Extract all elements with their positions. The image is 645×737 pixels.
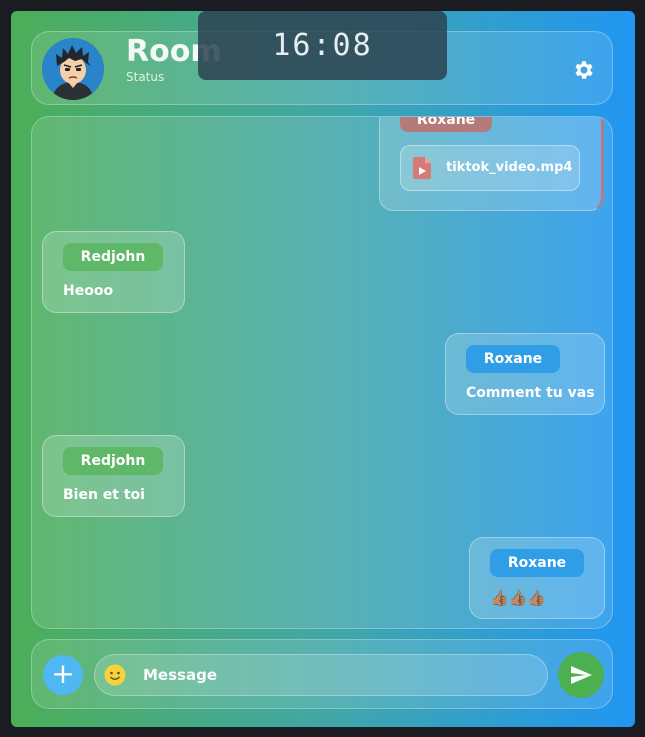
smiley-icon[interactable]	[104, 664, 126, 686]
message-bubble: Redjohn Heooo	[42, 231, 185, 313]
send-button[interactable]	[558, 652, 604, 698]
plus-icon: +	[51, 657, 75, 690]
avatar[interactable]	[42, 38, 104, 100]
message-text: Comment tu vas	[466, 385, 595, 401]
message-bubble: Roxane Comment tu vas	[445, 333, 605, 415]
file-attachment[interactable]: tiktok_video.mp4	[400, 145, 580, 191]
message-text: Heooo	[63, 283, 114, 299]
message-composer: +	[31, 639, 613, 709]
sender-label: Roxane	[490, 549, 584, 577]
chat-area[interactable]: Roxane tiktok_video.mp4 Redjohn Heooo Ro…	[31, 116, 613, 629]
file-name: tiktok_video.mp4	[446, 160, 573, 175]
video-file-icon	[413, 157, 431, 183]
gear-icon[interactable]	[572, 58, 596, 82]
message-input[interactable]	[143, 661, 533, 689]
add-attachment-button[interactable]: +	[43, 655, 83, 695]
message-bubble: Roxane tiktok_video.mp4	[379, 117, 604, 211]
message-text: Bien et toi	[63, 487, 145, 503]
sender-label: Roxane	[400, 117, 492, 132]
message-text: 👍🏽👍🏽👍🏽	[490, 589, 547, 607]
clock-overlay: 16:08	[198, 11, 447, 80]
sender-label: Redjohn	[63, 243, 163, 271]
room-status: Status	[126, 70, 165, 84]
message-bubble: Redjohn Bien et toi	[42, 435, 185, 517]
sender-label: Redjohn	[63, 447, 163, 475]
message-bubble: Roxane 👍🏽👍🏽👍🏽	[469, 537, 605, 619]
send-icon	[568, 663, 594, 691]
sender-label: Roxane	[466, 345, 560, 373]
message-field-wrapper	[94, 654, 548, 696]
chat-app: Room Status 16:08 Roxane tiktok_video.mp…	[11, 11, 635, 727]
